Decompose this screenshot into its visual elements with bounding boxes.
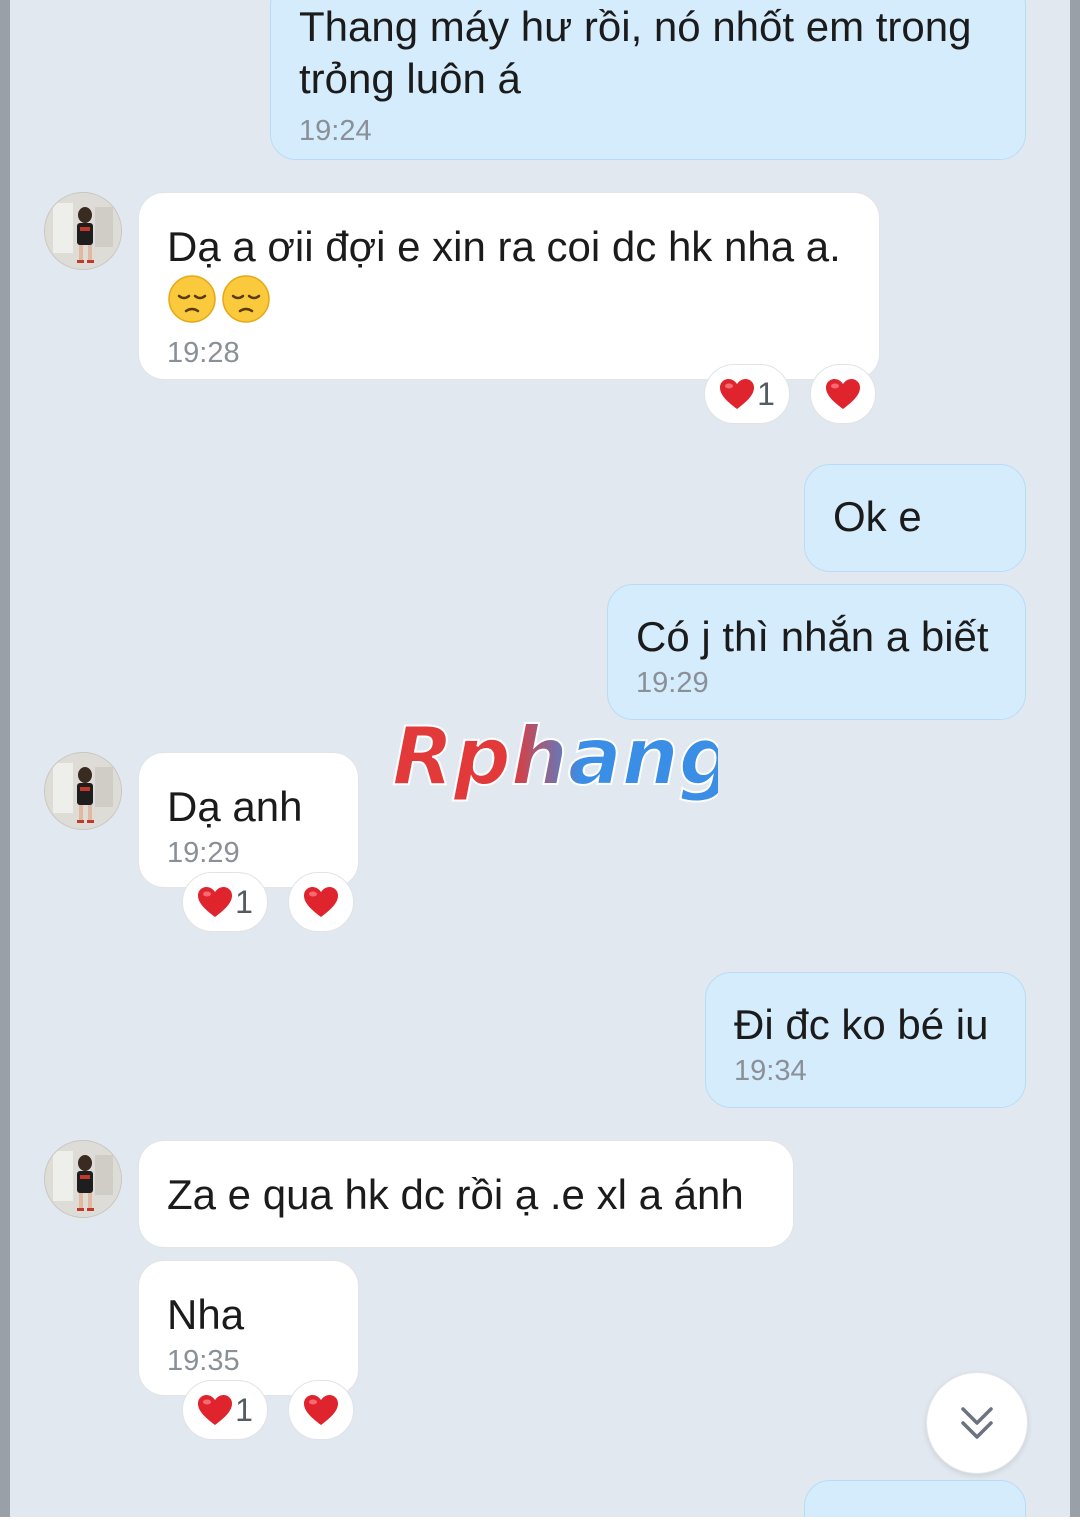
scroll-to-bottom-button[interactable] — [926, 1372, 1028, 1474]
heart-icon — [198, 1395, 233, 1425]
double-chevron-down-icon — [961, 1407, 993, 1439]
avatar[interactable] — [44, 192, 122, 270]
message-text: Thang máy hư rồi, nó nhốt em trong trỏng… — [299, 3, 972, 102]
pensive-face-icon — [222, 275, 270, 323]
reaction-count: 1 — [235, 883, 253, 920]
message-text: Za e qua hk dc rồi ạ .e xl a ánh — [167, 1171, 744, 1218]
message-text: Dạ a ơii đợi e xin ra coi dc hk nha a. — [167, 223, 841, 270]
react-heart-button[interactable] — [288, 872, 354, 932]
watermark-text: Rphang — [392, 710, 718, 803]
watermark-logo: Rphang — [388, 708, 737, 818]
message-bubble-outgoing[interactable]: Thang máy hư rồi, nó nhốt em trong trỏng… — [270, 0, 1026, 160]
reaction-count-badge[interactable]: 1 — [182, 1380, 268, 1440]
message-time: 19:29 — [636, 667, 709, 699]
message-bubble-incoming[interactable]: Za e qua hk dc rồi ạ .e xl a ánh — [138, 1140, 794, 1248]
reaction-count: 1 — [757, 375, 775, 412]
reaction-count: 1 — [235, 1391, 253, 1428]
chat-area[interactable]: Thang máy hư rồi, nó nhốt em trong trỏng… — [10, 0, 1070, 1517]
message-time: 19:34 — [734, 1055, 807, 1087]
message-time: 19:35 — [167, 1345, 240, 1377]
reaction-count-badge[interactable]: 1 — [704, 364, 790, 424]
emoji-row — [167, 273, 851, 325]
message-bubble-incoming[interactable]: Nha 19:35 — [138, 1260, 359, 1396]
heart-icon — [826, 379, 860, 409]
message-bubble-outgoing-partial[interactable] — [804, 1480, 1026, 1517]
heart-icon — [720, 379, 755, 409]
message-text: Nha — [167, 1291, 245, 1338]
heart-icon — [198, 887, 233, 917]
message-text: Ok e — [833, 493, 922, 540]
message-time: 19:24 — [299, 115, 372, 147]
message-bubble-incoming[interactable]: Dạ a ơii đợi e xin ra coi dc hk nha a. 1… — [138, 192, 880, 380]
message-text: Dạ anh — [167, 783, 303, 830]
reaction-count-badge[interactable]: 1 — [182, 872, 268, 932]
message-bubble-outgoing[interactable]: Có j thì nhắn a biết 19:29 — [607, 584, 1026, 720]
heart-icon — [304, 1395, 338, 1425]
avatar[interactable] — [44, 752, 122, 830]
bottom-bar-edge — [0, 1517, 1080, 1525]
avatar[interactable] — [44, 1140, 122, 1218]
message-text: Có j thì nhắn a biết — [636, 613, 989, 660]
message-time: 19:29 — [167, 837, 240, 869]
heart-icon — [304, 887, 338, 917]
message-bubble-outgoing[interactable]: Đi đc ko bé iu 19:34 — [705, 972, 1026, 1108]
react-heart-button[interactable] — [810, 364, 876, 424]
react-heart-button[interactable] — [288, 1380, 354, 1440]
pensive-face-icon — [168, 275, 216, 323]
message-bubble-outgoing[interactable]: Ok e — [804, 464, 1026, 572]
message-text: Đi đc ko bé iu — [734, 1001, 989, 1048]
message-bubble-incoming[interactable]: Dạ anh 19:29 — [138, 752, 359, 888]
